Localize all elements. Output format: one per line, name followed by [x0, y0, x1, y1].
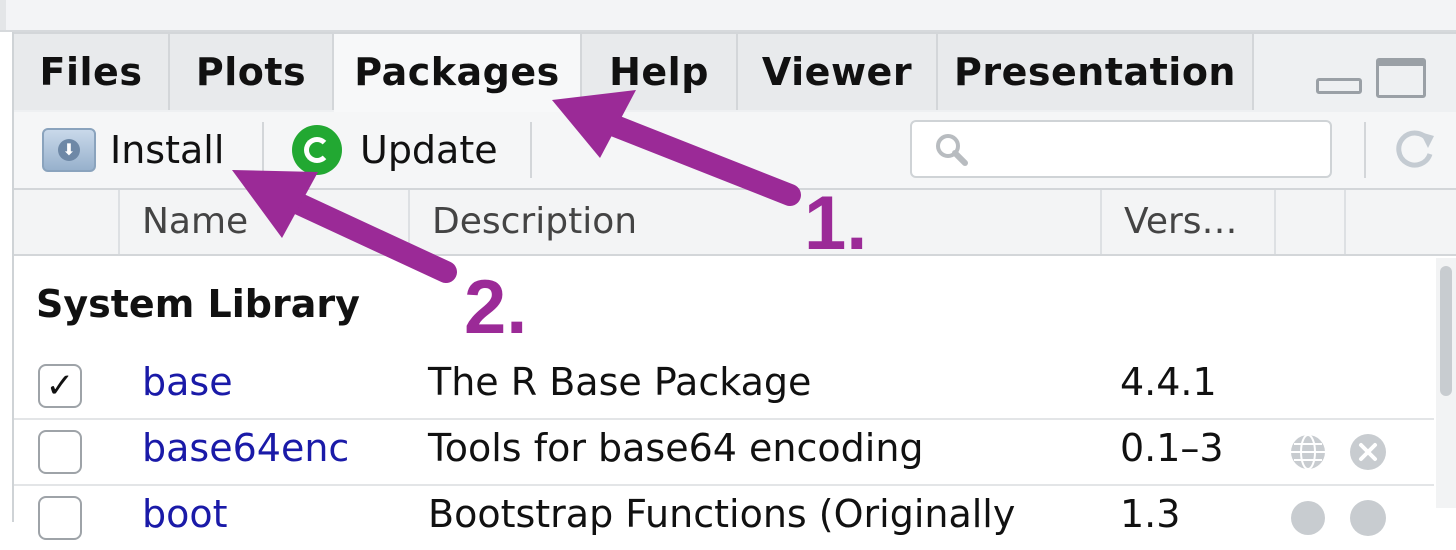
update-icon: [292, 125, 342, 175]
package-version: 1.3: [1120, 492, 1181, 536]
globe-icon[interactable]: [1288, 432, 1328, 472]
tab-viewer[interactable]: Viewer: [738, 34, 938, 110]
table-row: ✓ base The R Base Package 4.4.1: [14, 352, 1434, 420]
package-description: Bootstrap Functions (Originally: [428, 492, 1016, 536]
install-icon: ⬇: [42, 128, 96, 172]
tab-files[interactable]: Files: [14, 34, 170, 110]
header-name[interactable]: Name: [118, 190, 408, 254]
packages-toolbar: ⬇ Install Update: [14, 112, 1456, 190]
maximize-pane-button[interactable]: [1376, 58, 1426, 98]
update-button[interactable]: Update: [292, 124, 498, 176]
remove-icon[interactable]: [1348, 432, 1388, 472]
package-name-link[interactable]: base64enc: [142, 426, 349, 470]
vertical-scrollbar[interactable]: [1436, 258, 1456, 508]
toolbar-separator: [262, 122, 264, 178]
update-label: Update: [360, 128, 498, 172]
table-row: base64enc Tools for base64 encoding 0.1–…: [14, 418, 1434, 486]
package-description: Tools for base64 encoding: [428, 426, 924, 470]
tab-plots[interactable]: Plots: [170, 34, 334, 110]
tab-presentation[interactable]: Presentation: [938, 34, 1254, 110]
package-checkbox[interactable]: ✓: [38, 364, 82, 408]
header-actions-2: [1344, 190, 1456, 254]
annotation-label-1: 1.: [804, 181, 868, 266]
upper-pane-edge: [0, 0, 1456, 32]
package-name-link[interactable]: boot: [142, 492, 228, 536]
scrollbar-thumb[interactable]: [1440, 266, 1452, 396]
package-checkbox[interactable]: [38, 430, 82, 474]
header-checkbox-column: [14, 190, 118, 254]
minimize-pane-button[interactable]: [1316, 78, 1362, 94]
tab-packages[interactable]: Packages: [334, 34, 582, 114]
package-checkbox[interactable]: [38, 496, 82, 540]
toolbar-separator: [530, 122, 532, 178]
library-heading: System Library: [36, 282, 360, 326]
toolbar-separator: [1364, 122, 1366, 178]
package-description: The R Base Package: [428, 360, 812, 404]
tab-help[interactable]: Help: [582, 34, 738, 110]
package-table-header: Name Description Vers…: [14, 190, 1456, 256]
table-row: boot Bootstrap Functions (Originally 1.3: [14, 484, 1434, 550]
pane-splitter[interactable]: [0, 0, 6, 30]
pane-tab-bar: Files Plots Packages Help Viewer Present…: [14, 32, 1456, 114]
annotation-label-2: 2.: [464, 265, 528, 350]
package-name-link[interactable]: base: [142, 360, 233, 404]
install-label: Install: [110, 128, 225, 172]
package-version: 4.4.1: [1120, 360, 1217, 404]
package-version: 0.1–3: [1120, 426, 1224, 470]
install-button[interactable]: ⬇ Install: [42, 124, 224, 176]
remove-icon[interactable]: [1348, 498, 1388, 538]
search-icon: [936, 134, 968, 166]
refresh-icon[interactable]: [1388, 122, 1440, 174]
search-input[interactable]: [982, 128, 1316, 170]
header-description[interactable]: Description: [408, 190, 1100, 254]
package-search-box[interactable]: [910, 120, 1332, 178]
header-actions-1: [1274, 190, 1344, 254]
header-version[interactable]: Vers…: [1100, 190, 1274, 254]
globe-icon[interactable]: [1288, 498, 1328, 538]
